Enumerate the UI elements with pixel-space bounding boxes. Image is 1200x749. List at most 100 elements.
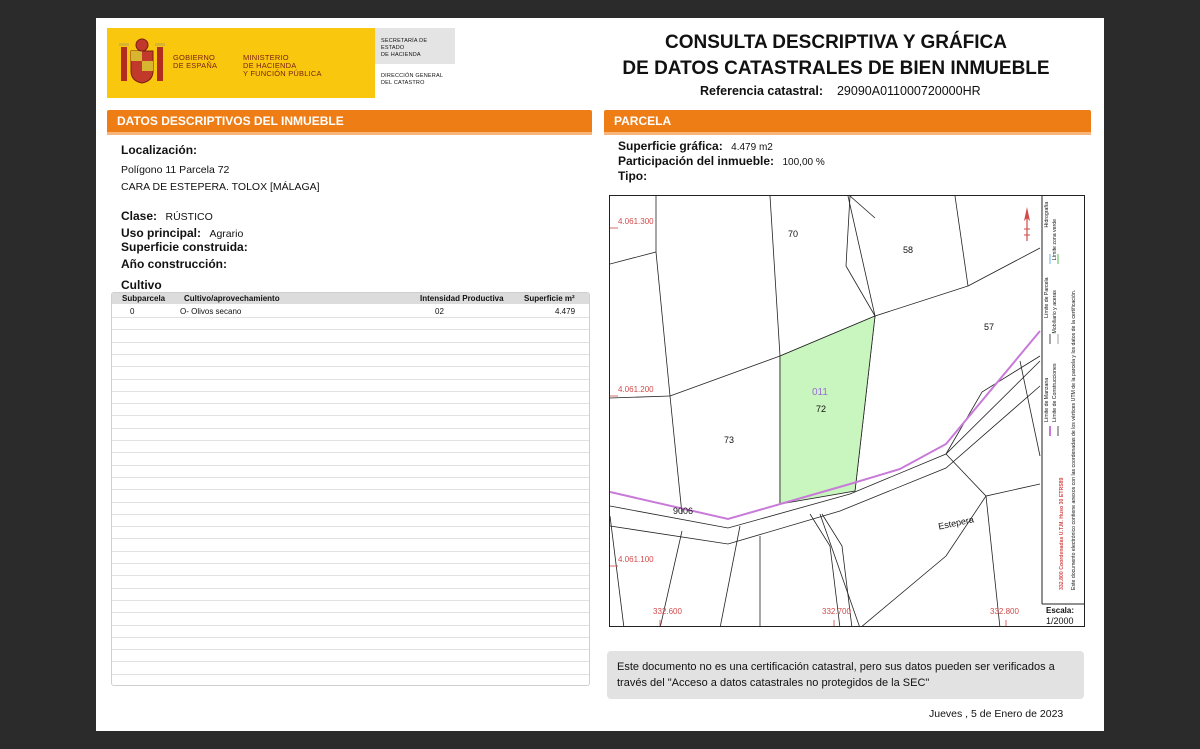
table-rule	[112, 489, 589, 491]
government-logo-banner: GOBIERNO DE ESPAÑA MINISTERIO DE HACIEND…	[107, 28, 375, 98]
table-rule	[112, 538, 589, 540]
direccion-text: DIRECCIÓN GENERAL DEL CATASTRO	[381, 73, 443, 87]
legend-manzana: Límite de Manzana	[1044, 377, 1050, 422]
legend-parcela: Límite de Parcela	[1044, 277, 1050, 318]
col-cultivo: Cultivo/aprovechamiento	[184, 294, 280, 303]
descriptive-section-title: DATOS DESCRIPTIVOS DEL INMUEBLE	[107, 110, 592, 132]
secretaria-box: SECRETARÍA DE ESTADO DE HACIENDA	[375, 28, 455, 64]
table-rule	[112, 452, 589, 454]
uso-label: Uso principal:	[121, 226, 202, 240]
cadastral-map: 4.061.300 4.061.200 4.061.100 332.600 33…	[609, 195, 1085, 627]
table-rule	[112, 587, 589, 589]
table-rule	[112, 624, 589, 626]
ministerio-text: MINISTERIO DE HACIENDA Y FUNCIÓN PÚBLICA	[243, 54, 322, 78]
table-rule	[112, 427, 589, 429]
cell-subparcela: 0	[130, 307, 135, 316]
clase-row: Clase: RÚSTICO	[121, 207, 213, 225]
col-superficie: Superficie m²	[524, 294, 575, 303]
title-line1: CONSULTA DESCRIPTIVA Y GRÁFICA	[664, 32, 1008, 53]
document-date: Jueves , 5 de Enero de 2023	[929, 708, 1064, 720]
document-sheet: GOBIERNO DE ESPAÑA MINISTERIO DE HACIEND…	[96, 18, 1104, 731]
table-rule	[112, 599, 589, 601]
table-rule	[112, 513, 589, 515]
disclaimer-notice: Este documento no es una certificación c…	[607, 651, 1084, 699]
parcel-label-72: 72	[816, 404, 827, 414]
superficie-construida-label: Superficie construida:	[121, 240, 248, 254]
ref-label: Referencia catastral:	[700, 84, 823, 98]
participacion-value: 100,00 %	[782, 157, 825, 168]
table-rule	[112, 366, 589, 368]
address-line1: Polígono 11 Parcela 72	[121, 164, 230, 176]
title-line2: DE DATOS CATASTRALES DE BIEN INMUEBLE	[622, 58, 1050, 79]
anio-construccion-label: Año construcción:	[121, 257, 228, 271]
table-rule	[112, 329, 589, 331]
col-subparcela: Subparcela	[122, 294, 166, 303]
legend-hidrografia: Hidrografía	[1044, 201, 1050, 228]
table-rule	[112, 636, 589, 638]
ref-value: 29090A011000720000HR	[836, 84, 981, 98]
coordinates-note: 332.800 Coordenadas U.T.M. Huso 30 ETRS8…	[1059, 477, 1065, 590]
table-rule	[112, 353, 589, 355]
address-line2: CARA DE ESTEPERA. TOLOX [MÁLAGA]	[121, 181, 320, 193]
utm-x-label-1: 332.600	[653, 607, 682, 616]
secretaria-line1: SECRETARÍA DE ESTADO	[381, 38, 428, 51]
legend-construcciones: Límite de Construcciones	[1051, 363, 1058, 422]
parcel-label-70: 70	[788, 229, 799, 239]
table-rule	[112, 440, 589, 441]
table-rule	[112, 575, 589, 577]
utm-y-label-2: 4.061.200	[618, 385, 654, 394]
parcela-section-header: PARCELA	[604, 110, 1091, 135]
table-rule	[112, 563, 589, 564]
cultivo-title: Cultivo	[121, 278, 162, 292]
cultivo-table: Subparcela Cultivo/aprovechamiento Inten…	[111, 292, 590, 686]
table-rule	[112, 403, 589, 405]
section-underline	[604, 132, 1091, 135]
descriptive-section-header: DATOS DESCRIPTIVOS DEL INMUEBLE	[107, 110, 592, 135]
selected-parcel-code: 011	[812, 387, 828, 398]
table-rule	[112, 661, 589, 663]
page-title: CONSULTA DESCRIPTIVA Y GRÁFICA DE DATOS …	[596, 30, 1076, 82]
secretaria-line2: DE HACIENDA	[381, 52, 421, 58]
legend-zona-verde: Límite zona verde	[1051, 218, 1058, 261]
direccion-line1: DIRECCIÓN GENERAL	[381, 73, 444, 79]
cell-superficie: 4.479	[555, 307, 576, 316]
utm-x-label-2: 332.700	[822, 607, 851, 616]
direccion-line2: DEL CATASTRO	[381, 80, 425, 86]
participacion-label: Participación del inmueble:	[618, 154, 775, 168]
tipo-label: Tipo:	[618, 169, 648, 183]
table-rule	[112, 526, 589, 528]
table-header: Subparcela Cultivo/aprovechamiento Inten…	[112, 293, 589, 304]
table-rule	[112, 673, 589, 675]
clase-label: Clase:	[121, 209, 158, 223]
superficie-grafica-label: Superficie gráfica:	[618, 139, 723, 153]
utm-y-label-1: 4.061.300	[618, 217, 654, 226]
localizacion-label: Localización:	[121, 143, 198, 157]
parcel-label-58: 58	[903, 245, 914, 255]
table-rule	[112, 341, 589, 343]
secretaria-block: SECRETARÍA DE ESTADO DE HACIENDA DIRECCI…	[375, 28, 455, 98]
clase-value: RÚSTICO	[165, 211, 213, 223]
parcel-label-73: 73	[724, 435, 735, 445]
table-rule	[112, 390, 589, 392]
north-arrow-icon	[1024, 207, 1030, 241]
utm-y-label-3: 4.061.100	[618, 555, 654, 564]
road-label: 9006	[673, 506, 694, 516]
cell-cultivo: O- Olivos secano	[180, 307, 242, 316]
parcela-section-title: PARCELA	[604, 110, 1091, 132]
legend-row-2: Límite de Construcciones Mobiliario y ace…	[1052, 196, 1060, 602]
cell-intensidad: 02	[435, 307, 444, 316]
uso-value: Agrario	[209, 228, 244, 240]
coat-of-arms-icon	[119, 38, 165, 84]
referencia-catastral: Referencia catastral: 29090A011000720000H…	[700, 84, 981, 98]
document-note: Este documento electrónico contiene anex…	[1070, 289, 1077, 590]
parcel-label-57: 57	[984, 322, 995, 332]
map-legend: Límite de Manzana Límite de Parcela Hidrog…	[1044, 196, 1084, 602]
table-rule	[112, 378, 589, 380]
participacion-row: Participación del inmueble: 100,00 %	[618, 152, 825, 170]
section-underline	[107, 132, 592, 135]
legend-mobiliario: Mobiliario y aceras	[1051, 290, 1058, 334]
table-rule	[112, 649, 589, 651]
gov-line2: DE ESPAÑA	[173, 61, 218, 70]
table-rule	[112, 501, 589, 503]
table-rule	[112, 476, 589, 478]
